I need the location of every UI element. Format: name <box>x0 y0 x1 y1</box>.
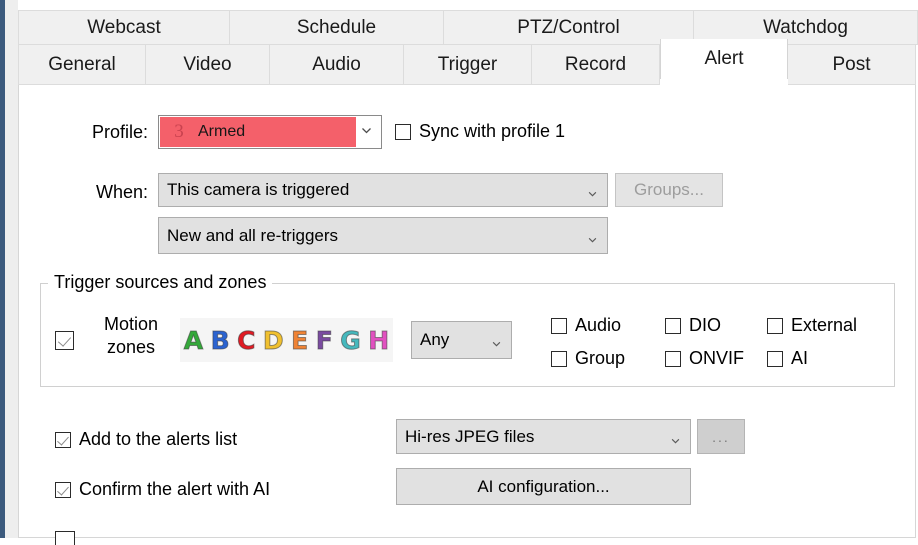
when-label: When: <box>95 182 148 202</box>
tab-alert[interactable]: Alert <box>660 39 788 79</box>
motion-zone-h[interactable]: H <box>368 327 390 353</box>
motion-zone-d[interactable]: D <box>262 327 284 353</box>
when-retrigger-value: New and all re-triggers <box>167 225 339 245</box>
source-checkbox-ai-box[interactable] <box>767 350 783 367</box>
add-to-alerts-list-checkbox-box[interactable] <box>55 431 71 448</box>
source-checkbox-dio[interactable]: DIO <box>665 315 721 336</box>
confirm-with-ai-checkbox[interactable]: Confirm the alert with AI <box>55 479 270 500</box>
source-checkbox-dio-box[interactable] <box>665 317 681 334</box>
motion-zone-letters[interactable]: A B C D E F G H <box>180 318 393 362</box>
tab-post[interactable]: Post <box>788 45 916 85</box>
sync-with-profile-checkbox[interactable]: Sync with profile 1 <box>395 121 565 142</box>
alerts-format-select[interactable]: Hi-res JPEG files <box>396 419 691 454</box>
when-condition-select[interactable]: This camera is triggered <box>158 173 608 207</box>
source-checkbox-audio-label: Audio <box>575 315 622 335</box>
chevron-down-icon <box>587 230 598 242</box>
source-checkbox-group-label: Group <box>575 348 626 368</box>
source-checkbox-onvif-label: ONVIF <box>689 348 745 368</box>
tab-trigger[interactable]: Trigger <box>404 45 532 85</box>
source-checkbox-external-box[interactable] <box>767 317 783 334</box>
next-option-checkbox-partial[interactable] <box>55 531 75 545</box>
tab-audio[interactable]: Audio <box>270 45 404 85</box>
tab-schedule[interactable]: Schedule <box>230 10 444 45</box>
chevron-down-icon <box>360 122 373 142</box>
motion-zone-f[interactable]: F <box>315 327 333 353</box>
tabstrip-bottom: General Video Audio Trigger Record Alert… <box>18 39 918 85</box>
window-left-gutter <box>5 0 18 538</box>
source-checkbox-audio-box[interactable] <box>551 317 567 334</box>
motion-zones-mode-value: Any <box>420 330 450 349</box>
source-checkbox-audio[interactable]: Audio <box>551 315 621 336</box>
source-checkbox-group[interactable]: Group <box>551 348 625 369</box>
motion-zone-g[interactable]: G <box>340 327 362 353</box>
motion-zone-c[interactable]: C <box>237 327 256 353</box>
alerts-format-value: Hi-res JPEG files <box>405 426 535 446</box>
groups-button[interactable]: Groups... <box>615 173 723 207</box>
motion-zone-b[interactable]: B <box>210 327 230 353</box>
sync-with-profile-checkbox-box[interactable] <box>395 123 411 140</box>
when-condition-value: This camera is triggered <box>167 180 350 199</box>
motion-zones-label-line1: Motion <box>103 314 159 334</box>
chevron-down-icon <box>670 431 681 443</box>
motion-zones-mode-select[interactable]: Any <box>411 321 512 359</box>
source-checkbox-external-label: External <box>791 315 858 335</box>
add-to-alerts-list-checkbox[interactable]: Add to the alerts list <box>55 429 237 450</box>
motion-zones-checkbox[interactable] <box>55 331 74 350</box>
source-checkbox-onvif[interactable]: ONVIF <box>665 348 744 369</box>
profile-number: 3 <box>174 121 184 142</box>
profile-name: Armed <box>198 123 246 140</box>
source-checkbox-dio-label: DIO <box>689 315 722 335</box>
source-checkbox-group-box[interactable] <box>551 350 567 367</box>
confirm-with-ai-checkbox-box[interactable] <box>55 481 71 498</box>
browse-button[interactable]: ... <box>697 419 745 454</box>
source-checkbox-ai[interactable]: AI <box>767 348 808 369</box>
source-checkbox-onvif-box[interactable] <box>665 350 681 367</box>
sync-with-profile-label: Sync with profile 1 <box>419 121 566 141</box>
motion-zones-label-line2: zones <box>106 337 156 357</box>
motion-zone-e[interactable]: E <box>291 327 309 353</box>
profile-color-swatch: 3 Armed <box>160 117 356 147</box>
chevron-down-icon <box>491 335 502 347</box>
tab-video[interactable]: Video <box>146 45 270 85</box>
tab-record[interactable]: Record <box>532 45 660 85</box>
ai-configuration-button[interactable]: AI configuration... <box>396 468 691 505</box>
tab-general[interactable]: General <box>18 45 146 85</box>
motion-zones-label: Motion zones <box>90 313 172 359</box>
trigger-sources-title: Trigger sources and zones <box>48 272 273 293</box>
source-checkbox-external[interactable]: External <box>767 315 857 336</box>
tab-webcast[interactable]: Webcast <box>18 10 230 45</box>
chevron-down-icon <box>587 185 598 197</box>
profile-select[interactable]: 3 Armed <box>158 115 382 149</box>
confirm-with-ai-label: Confirm the alert with AI <box>79 479 271 499</box>
add-to-alerts-list-label: Add to the alerts list <box>79 429 238 449</box>
motion-zone-a[interactable]: A <box>183 327 203 353</box>
profile-label: Profile: <box>91 122 148 142</box>
tab-ptz-control[interactable]: PTZ/Control <box>444 10 694 45</box>
when-retrigger-select[interactable]: New and all re-triggers <box>158 217 608 254</box>
source-checkbox-ai-label: AI <box>791 348 809 368</box>
